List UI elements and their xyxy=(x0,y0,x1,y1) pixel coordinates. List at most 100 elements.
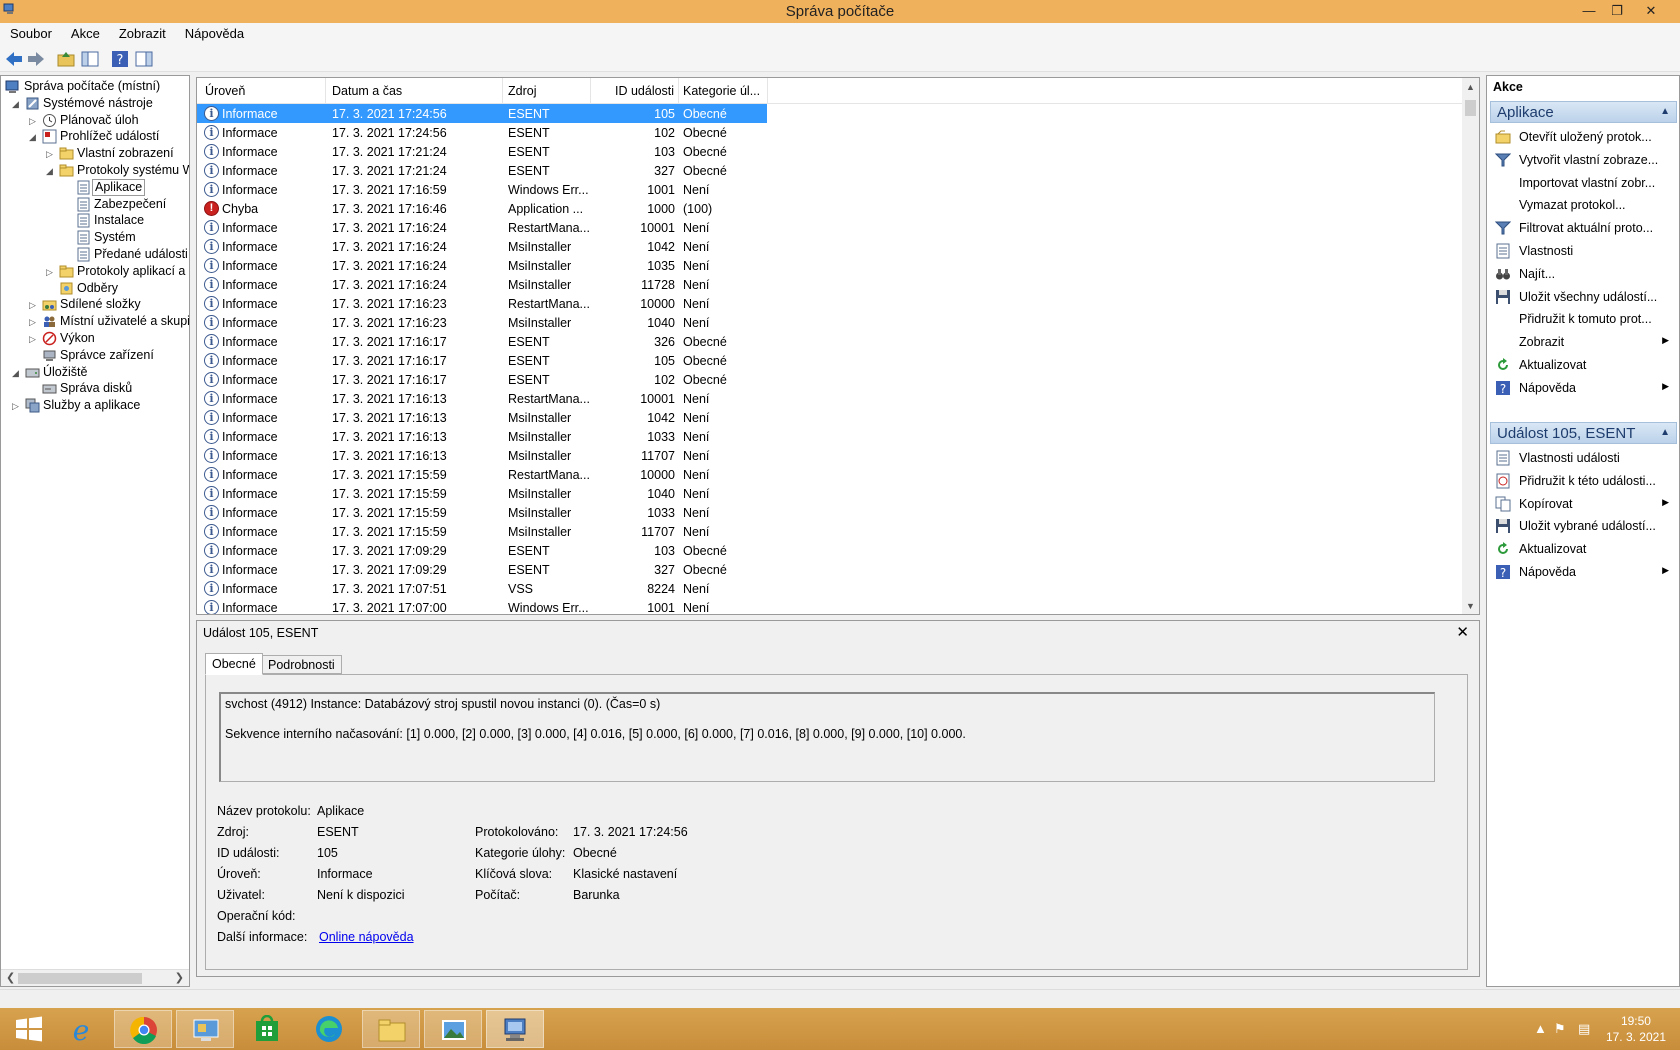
expand-icon[interactable]: ▷ xyxy=(29,334,39,344)
action-item[interactable]: Zobrazit ▶ xyxy=(1487,331,1677,353)
table-row[interactable]: i Informace 17. 3. 2021 17:24:56 ESENT 102 Ob… xyxy=(197,123,767,142)
collapse-icon[interactable]: ◢ xyxy=(12,99,22,109)
action-item[interactable]: Filtrovat aktuální proto... xyxy=(1487,217,1677,239)
scroll-down-icon[interactable]: ▼ xyxy=(1466,601,1475,611)
column-header-date[interactable]: Datum a čas xyxy=(332,84,402,98)
action-item[interactable]: Přidružit k této události... xyxy=(1487,470,1677,492)
table-row[interactable]: i Informace 17. 3. 2021 17:24:56 ESENT 105 Ob… xyxy=(197,104,767,123)
taskbar-store[interactable] xyxy=(238,1010,296,1048)
actions-section-event[interactable]: Událost 105, ESENT ▲ xyxy=(1490,422,1677,444)
table-row[interactable]: i Informace 17. 3. 2021 17:16:17 ESENT 102 Ob… xyxy=(197,370,767,389)
table-row[interactable]: i Informace 17. 3. 2021 17:07:51 VSS 8224 Nen… xyxy=(197,579,767,598)
action-item[interactable]: Vlastnosti xyxy=(1487,240,1677,262)
expand-icon[interactable]: ▷ xyxy=(46,267,56,277)
action-item[interactable]: Aktualizovat xyxy=(1487,354,1677,376)
table-row[interactable]: i Informace 17. 3. 2021 17:15:59 MsiInstall… xyxy=(197,484,767,503)
show-hide-action-pane-icon[interactable] xyxy=(134,49,154,69)
action-item[interactable]: Vlastnosti události xyxy=(1487,447,1677,469)
network-icon[interactable]: ▤ xyxy=(1578,1021,1590,1037)
action-item[interactable]: Kopírovat ▶ xyxy=(1487,493,1677,515)
collapse-icon[interactable]: ◢ xyxy=(12,368,22,378)
scroll-left-icon[interactable]: ❮ xyxy=(6,971,15,984)
table-row[interactable]: i Informace 17. 3. 2021 17:09:29 ESENT 327 Ob… xyxy=(197,560,767,579)
action-item[interactable]: ? Nápověda ▶ xyxy=(1487,377,1677,399)
menu-zobrazit[interactable]: Zobrazit xyxy=(109,23,175,41)
table-row[interactable]: i Informace 17. 3. 2021 17:16:13 RestartMan… xyxy=(197,389,767,408)
column-header-task-category[interactable]: Kategorie úl... xyxy=(683,84,760,98)
table-row[interactable]: i Informace 17. 3. 2021 17:21:24 ESENT 103 Ob… xyxy=(197,142,767,161)
detail-close-icon[interactable]: ✕ xyxy=(1456,623,1469,641)
taskbar-file-explorer[interactable] xyxy=(362,1010,420,1048)
collapse-icon[interactable]: ◢ xyxy=(29,132,39,142)
action-item[interactable]: Uložit vybrané událostí... xyxy=(1487,515,1677,537)
table-row[interactable]: i Informace 17. 3. 2021 17:16:23 RestartMan… xyxy=(197,294,767,313)
collapse-icon[interactable]: ◢ xyxy=(46,166,56,176)
table-row[interactable]: i Informace 17. 3. 2021 17:16:24 MsiInstall… xyxy=(197,237,767,256)
online-help-link[interactable]: Online nápověda xyxy=(319,930,414,944)
expand-icon[interactable]: ▷ xyxy=(29,317,39,327)
action-center-flag-icon[interactable]: ⚑ xyxy=(1554,1021,1566,1037)
column-header-event-id[interactable]: ID události xyxy=(615,84,674,98)
table-row[interactable]: i Informace 17. 3. 2021 17:16:17 ESENT 326 Ob… xyxy=(197,332,767,351)
table-row[interactable]: i Informace 17. 3. 2021 17:15:59 MsiInstall… xyxy=(197,503,767,522)
scrollbar-thumb[interactable] xyxy=(1465,100,1476,116)
scroll-right-icon[interactable]: ❯ xyxy=(175,971,184,984)
minimize-button[interactable]: — xyxy=(1576,1,1602,21)
expand-icon[interactable]: ▷ xyxy=(29,300,39,310)
list-vertical-scrollbar[interactable]: ▲ ▼ xyxy=(1462,78,1479,614)
menu-napoveda[interactable]: Nápověda xyxy=(175,23,253,41)
table-row[interactable]: i Informace 17. 3. 2021 17:16:23 MsiInstall… xyxy=(197,313,767,332)
table-row[interactable]: i Informace 17. 3. 2021 17:16:13 MsiInstall… xyxy=(197,408,767,427)
table-row[interactable]: i Informace 17. 3. 2021 17:15:59 RestartMan… xyxy=(197,465,767,484)
action-item[interactable]: Vymazat protokol... xyxy=(1487,194,1677,216)
menu-akce[interactable]: Akce xyxy=(61,23,109,41)
action-item[interactable]: Aktualizovat xyxy=(1487,538,1677,560)
actions-section-aplikace[interactable]: Aplikace ▲ xyxy=(1490,101,1677,123)
collapse-icon[interactable]: ▲ xyxy=(1660,106,1670,117)
collapse-icon[interactable]: ▲ xyxy=(1660,427,1670,438)
menu-soubor[interactable]: Soubor xyxy=(0,23,61,41)
table-row[interactable]: i Informace 17. 3. 2021 17:16:24 MsiInstall… xyxy=(197,256,767,275)
back-arrow-icon[interactable] xyxy=(4,49,24,69)
taskbar-computer-management[interactable] xyxy=(486,1010,544,1048)
table-row[interactable]: i Informace 17. 3. 2021 17:16:13 MsiInstall… xyxy=(197,446,767,465)
show-hide-tree-icon[interactable] xyxy=(80,49,100,69)
expand-icon[interactable]: ▷ xyxy=(29,116,39,126)
table-row[interactable]: i Informace 17. 3. 2021 17:15:59 MsiInstall… xyxy=(197,522,767,541)
taskbar-control-panel[interactable] xyxy=(176,1010,234,1048)
up-folder-icon[interactable] xyxy=(56,49,76,69)
close-button[interactable]: ✕ xyxy=(1638,1,1664,21)
table-row[interactable]: ! Chyba 17. 3. 2021 17:16:46 Application ..… xyxy=(197,199,767,218)
start-button[interactable] xyxy=(0,1010,58,1048)
tree-horizontal-scrollbar[interactable]: ❮ ❯ xyxy=(1,969,189,986)
action-item[interactable]: Najít... xyxy=(1487,263,1677,285)
table-row[interactable]: i Informace 17. 3. 2021 17:16:24 RestartMan… xyxy=(197,218,767,237)
restore-button[interactable]: ❐ xyxy=(1604,1,1630,21)
column-header-source[interactable]: Zdroj xyxy=(508,84,536,98)
taskbar-chrome[interactable] xyxy=(114,1010,172,1048)
expand-icon[interactable]: ▷ xyxy=(46,149,56,159)
action-item[interactable]: Uložit všechny událostí... xyxy=(1487,286,1677,308)
tab-details[interactable]: Podrobnosti xyxy=(261,655,342,674)
scroll-up-icon[interactable]: ▲ xyxy=(1466,82,1475,92)
action-item[interactable]: Vytvořit vlastní zobraze... xyxy=(1487,149,1677,171)
action-item[interactable]: Otevřít uložený protok... xyxy=(1487,126,1677,148)
column-header-level[interactable]: Úroveň xyxy=(205,84,245,98)
taskbar-edge[interactable] xyxy=(300,1010,358,1048)
action-item[interactable]: ? Nápověda ▶ xyxy=(1487,561,1677,583)
table-row[interactable]: i Informace 17. 3. 2021 17:16:24 MsiInstall… xyxy=(197,275,767,294)
show-hidden-icons-icon[interactable]: ▲ xyxy=(1534,1021,1547,1036)
taskbar-internet-explorer[interactable]: e xyxy=(52,1010,110,1048)
tab-general[interactable]: Obecné xyxy=(205,653,263,675)
forward-arrow-icon[interactable] xyxy=(26,49,46,69)
action-item[interactable]: Importovat vlastní zobr... xyxy=(1487,172,1677,194)
table-row[interactable]: i Informace 17. 3. 2021 17:07:00 Windows Er… xyxy=(197,598,767,614)
action-item[interactable]: Přidružit k tomuto prot... xyxy=(1487,308,1677,330)
taskbar-photos[interactable] xyxy=(424,1010,482,1048)
help-icon[interactable]: ? xyxy=(110,49,130,69)
table-row[interactable]: i Informace 17. 3. 2021 17:16:17 ESENT 105 Ob… xyxy=(197,351,767,370)
taskbar-clock[interactable]: 19:50 17. 3. 2021 xyxy=(1606,1014,1666,1044)
table-row[interactable]: i Informace 17. 3. 2021 17:16:13 MsiInstall… xyxy=(197,427,767,446)
table-row[interactable]: i Informace 17. 3. 2021 17:21:24 ESENT 327 Ob… xyxy=(197,161,767,180)
expand-icon[interactable]: ▷ xyxy=(12,401,22,411)
